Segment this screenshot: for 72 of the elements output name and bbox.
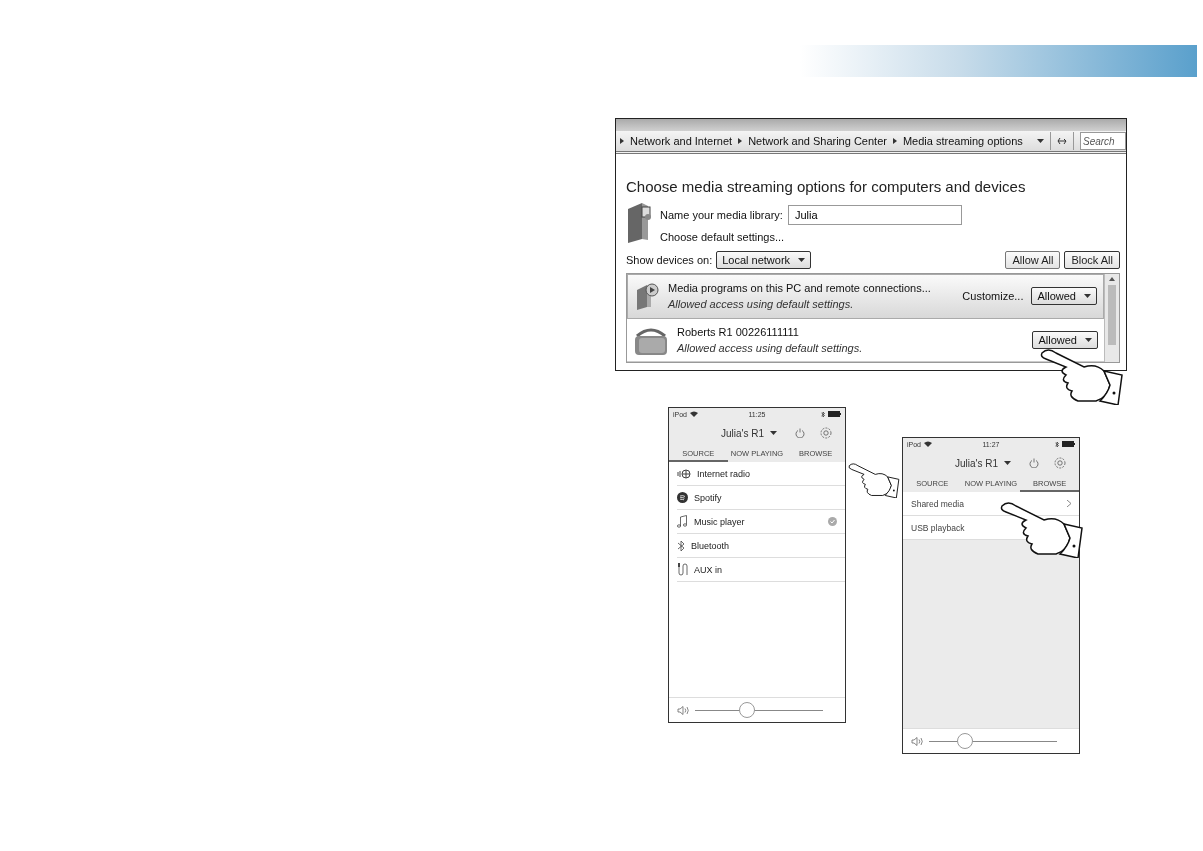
network-dropdown[interactable]: Local network <box>716 251 812 269</box>
action-button[interactable]: Block All <box>1064 251 1120 269</box>
item-label: Internet radio <box>697 468 752 479</box>
media-device-icon <box>634 282 660 311</box>
speaker-icon <box>911 736 923 746</box>
device-name[interactable]: Julia's R1 <box>720 427 764 439</box>
item-label: Music player <box>694 516 746 527</box>
wifi-icon <box>690 411 698 417</box>
item-label: USB playback <box>911 522 966 533</box>
device-status: Allowed access using default settings. <box>668 298 855 311</box>
aux-cable-icon <box>677 563 688 576</box>
breadcrumb-link[interactable]: Network and Internet <box>630 135 733 147</box>
list-item[interactable]: Bluetooth <box>677 534 845 558</box>
slider-thumb[interactable] <box>739 702 756 718</box>
pointing-hand-drawing <box>848 462 901 498</box>
settings-icon[interactable] <box>819 426 833 440</box>
device-name: Media programs on this PC and remote connections... <box>668 282 932 295</box>
speaker-icon <box>677 705 689 715</box>
bluetooth-icon <box>677 539 685 552</box>
breadcrumb-arrow-icon <box>738 138 743 144</box>
spotify-icon <box>677 492 688 503</box>
list-item[interactable]: Internet radio <box>677 462 845 486</box>
caret-icon <box>770 431 777 435</box>
library-name-field[interactable]: Julia <box>787 205 962 225</box>
bluetooth-icon <box>1055 440 1059 448</box>
list-item[interactable]: Music player <box>677 510 845 534</box>
bluetooth-icon <box>821 410 825 418</box>
caret-icon <box>1084 294 1091 299</box>
slider-thumb[interactable] <box>956 733 973 749</box>
access-dropdown[interactable]: Allowed <box>1031 287 1097 306</box>
volume-slider[interactable] <box>695 702 823 718</box>
scroll-up-icon[interactable] <box>1109 277 1115 281</box>
customize-link[interactable]: Customize... <box>962 290 1024 303</box>
breadcrumb-arrow-icon <box>892 138 897 144</box>
caret-icon <box>1085 337 1092 342</box>
battery-icon <box>1062 441 1075 447</box>
action-button[interactable]: Allow All <box>1005 251 1061 269</box>
caret-icon <box>798 258 806 262</box>
show-devices-label: Show devices on: <box>626 254 713 266</box>
device-name: Roberts R1 00226111111 <box>677 325 800 338</box>
volume-slider[interactable] <box>929 733 1057 749</box>
list-item[interactable]: Spotify <box>677 486 845 510</box>
list-item[interactable]: AUX in <box>677 558 845 582</box>
music-note-icon <box>677 515 688 528</box>
default-settings-link[interactable]: Choose default settings... <box>660 231 962 243</box>
wifi-icon <box>924 441 932 447</box>
item-label: Spotify <box>694 492 723 503</box>
breadcrumb-link[interactable]: Network and Sharing Center <box>748 135 887 147</box>
refresh-icon[interactable] <box>1057 136 1067 146</box>
caret-icon <box>1037 139 1044 143</box>
media-library-icon <box>626 201 654 243</box>
device-status: Allowed access using default settings. <box>677 341 864 354</box>
scrollbar[interactable] <box>1104 274 1119 362</box>
power-icon[interactable] <box>1029 458 1039 468</box>
list-item[interactable]: Shared media <box>903 492 1079 516</box>
chevron-icon <box>1067 500 1071 507</box>
item-label: Bluetooth <box>691 540 731 551</box>
battery-icon <box>828 411 841 417</box>
breadcrumb-link[interactable]: Media streaming options <box>902 135 1023 147</box>
caret-icon <box>1004 461 1011 465</box>
item-label: Shared media <box>911 498 965 509</box>
power-icon[interactable] <box>795 428 805 438</box>
device-name[interactable]: Julia's R1 <box>954 457 998 469</box>
page-heading: Choose media streaming options for computers and devices <box>626 178 1027 195</box>
library-label: Name your media library: <box>660 209 783 221</box>
device-row[interactable]: Media programs on this PC and remote connections... Allowed access using default settings. Customize... Allowed <box>627 274 1104 319</box>
search-field[interactable]: Search <box>1080 132 1126 150</box>
item-label: AUX in <box>694 564 723 575</box>
access-dropdown[interactable]: Allowed <box>1032 330 1098 349</box>
breadcrumb-arrow-icon <box>620 138 624 144</box>
settings-icon[interactable] <box>1053 456 1067 470</box>
globe-icon <box>677 468 691 479</box>
